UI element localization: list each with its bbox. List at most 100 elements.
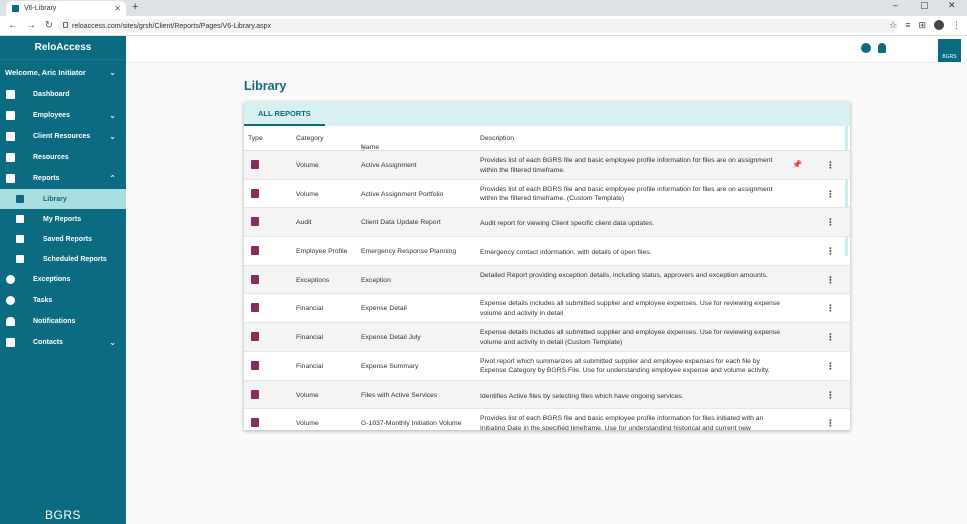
table-row[interactable]: Financial Expense Detail Expense details i… bbox=[244, 294, 850, 324]
sidebar-item-label: Exceptions bbox=[33, 276, 71, 283]
browser-tab[interactable]: V6-Library ✕ bbox=[6, 1, 126, 16]
chevron-down-icon: ⌄ bbox=[109, 132, 116, 141]
sidebar-item-label: Employees bbox=[33, 112, 70, 119]
row-name[interactable]: Expense Summary bbox=[361, 363, 418, 370]
forward-icon[interactable]: → bbox=[26, 20, 36, 31]
welcome-text: Welcome, Aric Initiator bbox=[5, 67, 86, 77]
sidebar-item-resources[interactable]: Resources bbox=[0, 147, 126, 168]
browser-menu-icon[interactable]: ⋮ bbox=[952, 20, 961, 31]
row-name[interactable]: Expense Detail bbox=[361, 305, 407, 312]
sidebar-item-client-resources[interactable]: Client Resources ⌄ bbox=[0, 126, 126, 147]
sidebar-item-employees[interactable]: Employees ⌄ bbox=[0, 105, 126, 126]
maximize-icon[interactable]: ▢ bbox=[920, 0, 929, 11]
row-name[interactable]: Client Data Update Report bbox=[361, 219, 441, 226]
sidebar-item-dashboard[interactable]: Dashboard bbox=[0, 84, 126, 105]
row-description: Provides list of each BGRS file and basi… bbox=[480, 185, 773, 203]
contacts-icon bbox=[6, 338, 15, 347]
sidebar-item-reports[interactable]: Reports ⌃ bbox=[0, 168, 126, 189]
url-input[interactable]: reloaccess.com/sites/grsh/Client/Reports… bbox=[58, 19, 898, 33]
main-content: Library ALL REPORTS Type Category Name ↑… bbox=[126, 63, 967, 524]
sidebar: ReloAccess Welcome, Aric Initiator ⌄ Das… bbox=[0, 36, 126, 524]
more-options-icon[interactable]: ⋮ bbox=[826, 160, 835, 171]
more-options-icon[interactable]: ⋮ bbox=[826, 246, 835, 257]
sidebar-item-label: Contacts bbox=[33, 339, 63, 346]
reports-card: ALL REPORTS Type Category Name ↑ Descrip… bbox=[244, 102, 850, 430]
user-badge[interactable]: BGRS bbox=[938, 39, 961, 62]
tab-all-reports[interactable]: ALL REPORTS bbox=[244, 102, 325, 126]
sidebar-subitem-saved-reports[interactable]: Saved Reports bbox=[0, 229, 126, 249]
people-icon bbox=[6, 111, 15, 120]
row-name[interactable]: Expense Detail July bbox=[361, 334, 421, 341]
more-options-icon[interactable]: ⋮ bbox=[826, 361, 835, 372]
table-row[interactable]: Volume Active Assignment Provides list of … bbox=[244, 151, 850, 180]
report-type-icon bbox=[251, 303, 259, 313]
check-circle-icon bbox=[6, 296, 15, 305]
more-options-icon[interactable]: ⋮ bbox=[826, 332, 835, 343]
table-row[interactable]: Audit Client Data Update Report Audit repo… bbox=[244, 208, 850, 238]
sidebar-item-tasks[interactable]: Tasks bbox=[0, 290, 126, 311]
row-category: Volume bbox=[296, 391, 319, 399]
row-name[interactable]: Active Assignment bbox=[361, 162, 417, 169]
more-options-icon[interactable]: ⋮ bbox=[826, 189, 835, 200]
phone-icon[interactable] bbox=[861, 43, 871, 53]
top-header: BGRS bbox=[126, 36, 967, 63]
column-header-description[interactable]: Description bbox=[480, 135, 514, 142]
table-row[interactable]: Financial Expense Detail July Expense deta… bbox=[244, 323, 850, 352]
chevron-down-icon: ⌄ bbox=[109, 67, 116, 77]
reload-icon[interactable]: ↻ bbox=[44, 20, 54, 31]
sidebar-item-notifications[interactable]: Notifications bbox=[0, 311, 126, 332]
window-close-icon[interactable]: ✕ bbox=[948, 0, 956, 11]
sidebar-subitem-library[interactable]: Library bbox=[0, 189, 126, 209]
row-category: Volume bbox=[296, 162, 319, 169]
row-description: Emergency contact information, with deta… bbox=[480, 249, 652, 257]
profile-icon[interactable] bbox=[934, 20, 944, 30]
more-options-icon[interactable]: ⋮ bbox=[826, 303, 835, 314]
row-category: Financial bbox=[296, 334, 324, 342]
row-name[interactable]: Exception bbox=[361, 277, 391, 284]
page-title: Library bbox=[244, 79, 287, 93]
table-row[interactable]: Employee Profile Emergency Response Plann… bbox=[244, 237, 850, 266]
sidebar-item-contacts[interactable]: Contacts ⌄ bbox=[0, 332, 126, 353]
extensions-icon[interactable]: ⊞ bbox=[918, 20, 926, 31]
more-options-icon[interactable]: ⋮ bbox=[826, 275, 835, 286]
sidebar-item-exceptions[interactable]: Exceptions bbox=[0, 269, 126, 290]
camera-icon bbox=[16, 255, 24, 263]
row-name[interactable]: Emergency Response Planning bbox=[361, 248, 456, 255]
column-header-category[interactable]: Category bbox=[296, 135, 324, 142]
row-description: Provides list of each BGRS file and basi… bbox=[480, 157, 773, 174]
close-icon[interactable]: ✕ bbox=[114, 4, 121, 13]
report-type-icon bbox=[251, 418, 259, 428]
table-row[interactable]: Volume Active Assignment Portfolio Provide… bbox=[244, 180, 850, 209]
url-text: reloaccess.com/sites/grsh/Client/Reports… bbox=[72, 22, 272, 30]
column-header-type[interactable]: Type bbox=[248, 135, 263, 142]
welcome-menu[interactable]: Welcome, Aric Initiator ⌄ bbox=[0, 60, 126, 84]
more-options-icon[interactable]: ⋮ bbox=[826, 217, 835, 228]
table-row[interactable]: Financial Expense Summary Pivot report whi… bbox=[244, 352, 850, 381]
row-description: Expense details includes all submitted s… bbox=[480, 329, 780, 346]
row-category: Financial bbox=[296, 305, 324, 313]
more-options-icon[interactable]: ⋮ bbox=[826, 390, 835, 401]
sidebar-subitem-scheduled-reports[interactable]: Scheduled Reports bbox=[0, 249, 126, 269]
back-icon[interactable]: ← bbox=[8, 20, 18, 31]
bell-icon[interactable] bbox=[878, 43, 886, 53]
table-row[interactable]: Volume G-1037-Monthly Initiation Volume Pr… bbox=[244, 409, 850, 430]
reading-list-icon[interactable]: ≡ bbox=[905, 20, 910, 31]
star-icon[interactable]: ☆ bbox=[889, 20, 897, 31]
sidebar-item-label: Tasks bbox=[33, 297, 53, 304]
sidebar-subitem-my-reports[interactable]: My Reports bbox=[0, 209, 126, 229]
card-tabs: ALL REPORTS bbox=[244, 102, 850, 126]
more-options-icon[interactable]: ⋮ bbox=[826, 418, 835, 429]
row-name[interactable]: G-1037-Monthly Initiation Volume bbox=[361, 420, 462, 427]
pin-icon[interactable]: 📌 bbox=[792, 160, 802, 169]
row-name[interactable]: Active Assignment Portfolio bbox=[361, 191, 443, 198]
tab-title: V6-Library bbox=[24, 5, 57, 12]
table-row[interactable]: Exceptions Exception Detailed Report provi… bbox=[244, 265, 850, 295]
new-tab-button[interactable]: + bbox=[132, 1, 138, 13]
sidebar-item-label: Resources bbox=[33, 154, 69, 161]
row-category: Financial bbox=[296, 362, 324, 370]
table-row[interactable]: Volume Files with Active Services Identifi… bbox=[244, 380, 850, 410]
minimize-icon[interactable]: – bbox=[893, 0, 898, 10]
footer-logo: BGRS bbox=[44, 508, 81, 522]
row-name[interactable]: Files with Active Services bbox=[361, 392, 437, 399]
brand-logo[interactable]: ReloAccess bbox=[0, 36, 126, 60]
